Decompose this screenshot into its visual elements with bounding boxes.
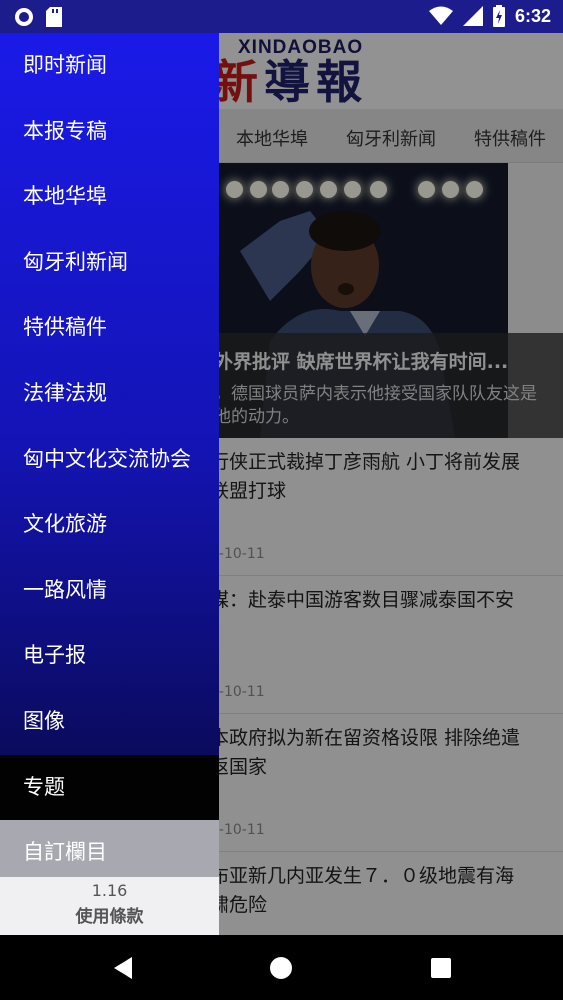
drawer-item-hungary-news[interactable]: 匈牙利新闻 [0,230,219,296]
drawer-item-breaking-news[interactable]: 即时新闻 [0,33,219,99]
drawer-item-special-contribution[interactable]: 特供稿件 [0,295,219,361]
drawer-item-travel-scenes[interactable]: 一路风情 [0,558,219,624]
signal-icon [462,6,483,26]
drawer-item-culture-travel[interactable]: 文化旅游 [0,492,219,558]
system-nav-bar [0,935,563,1000]
recents-icon[interactable] [428,955,454,981]
battery-charging-icon [492,5,505,27]
drawer-item-cultural-association[interactable]: 匈中文化交流协会 [0,427,219,493]
drawer-item-special-topics[interactable]: 专题 [0,754,219,821]
drawer-item-exclusive[interactable]: 本报专稿 [0,99,219,165]
drawer-item-law[interactable]: 法律法规 [0,361,219,427]
drawer-item-custom-columns[interactable]: 自訂欄目 [0,820,219,886]
drawer-item-e-paper[interactable]: 电子报 [0,623,219,689]
wifi-icon [428,6,453,25]
drawer-footer: 1.16 使用條款 [0,877,219,935]
navigation-drawer: 即时新闻 本报专稿 本地华埠 匈牙利新闻 特供稿件 法律法规 匈中文化交流协会 … [0,33,219,935]
status-time: 6:32 [514,5,551,26]
sd-card-icon [46,7,62,27]
back-icon[interactable] [110,955,136,981]
status-bar: 6:32 [0,0,563,33]
drawer-item-images[interactable]: 图像 [0,689,219,755]
circle-notification-icon [15,8,33,26]
terms-link[interactable]: 使用條款 [0,902,219,927]
app-version: 1.16 [91,881,128,900]
drawer-item-local-chinatown[interactable]: 本地华埠 [0,164,219,230]
home-icon[interactable] [268,955,294,981]
